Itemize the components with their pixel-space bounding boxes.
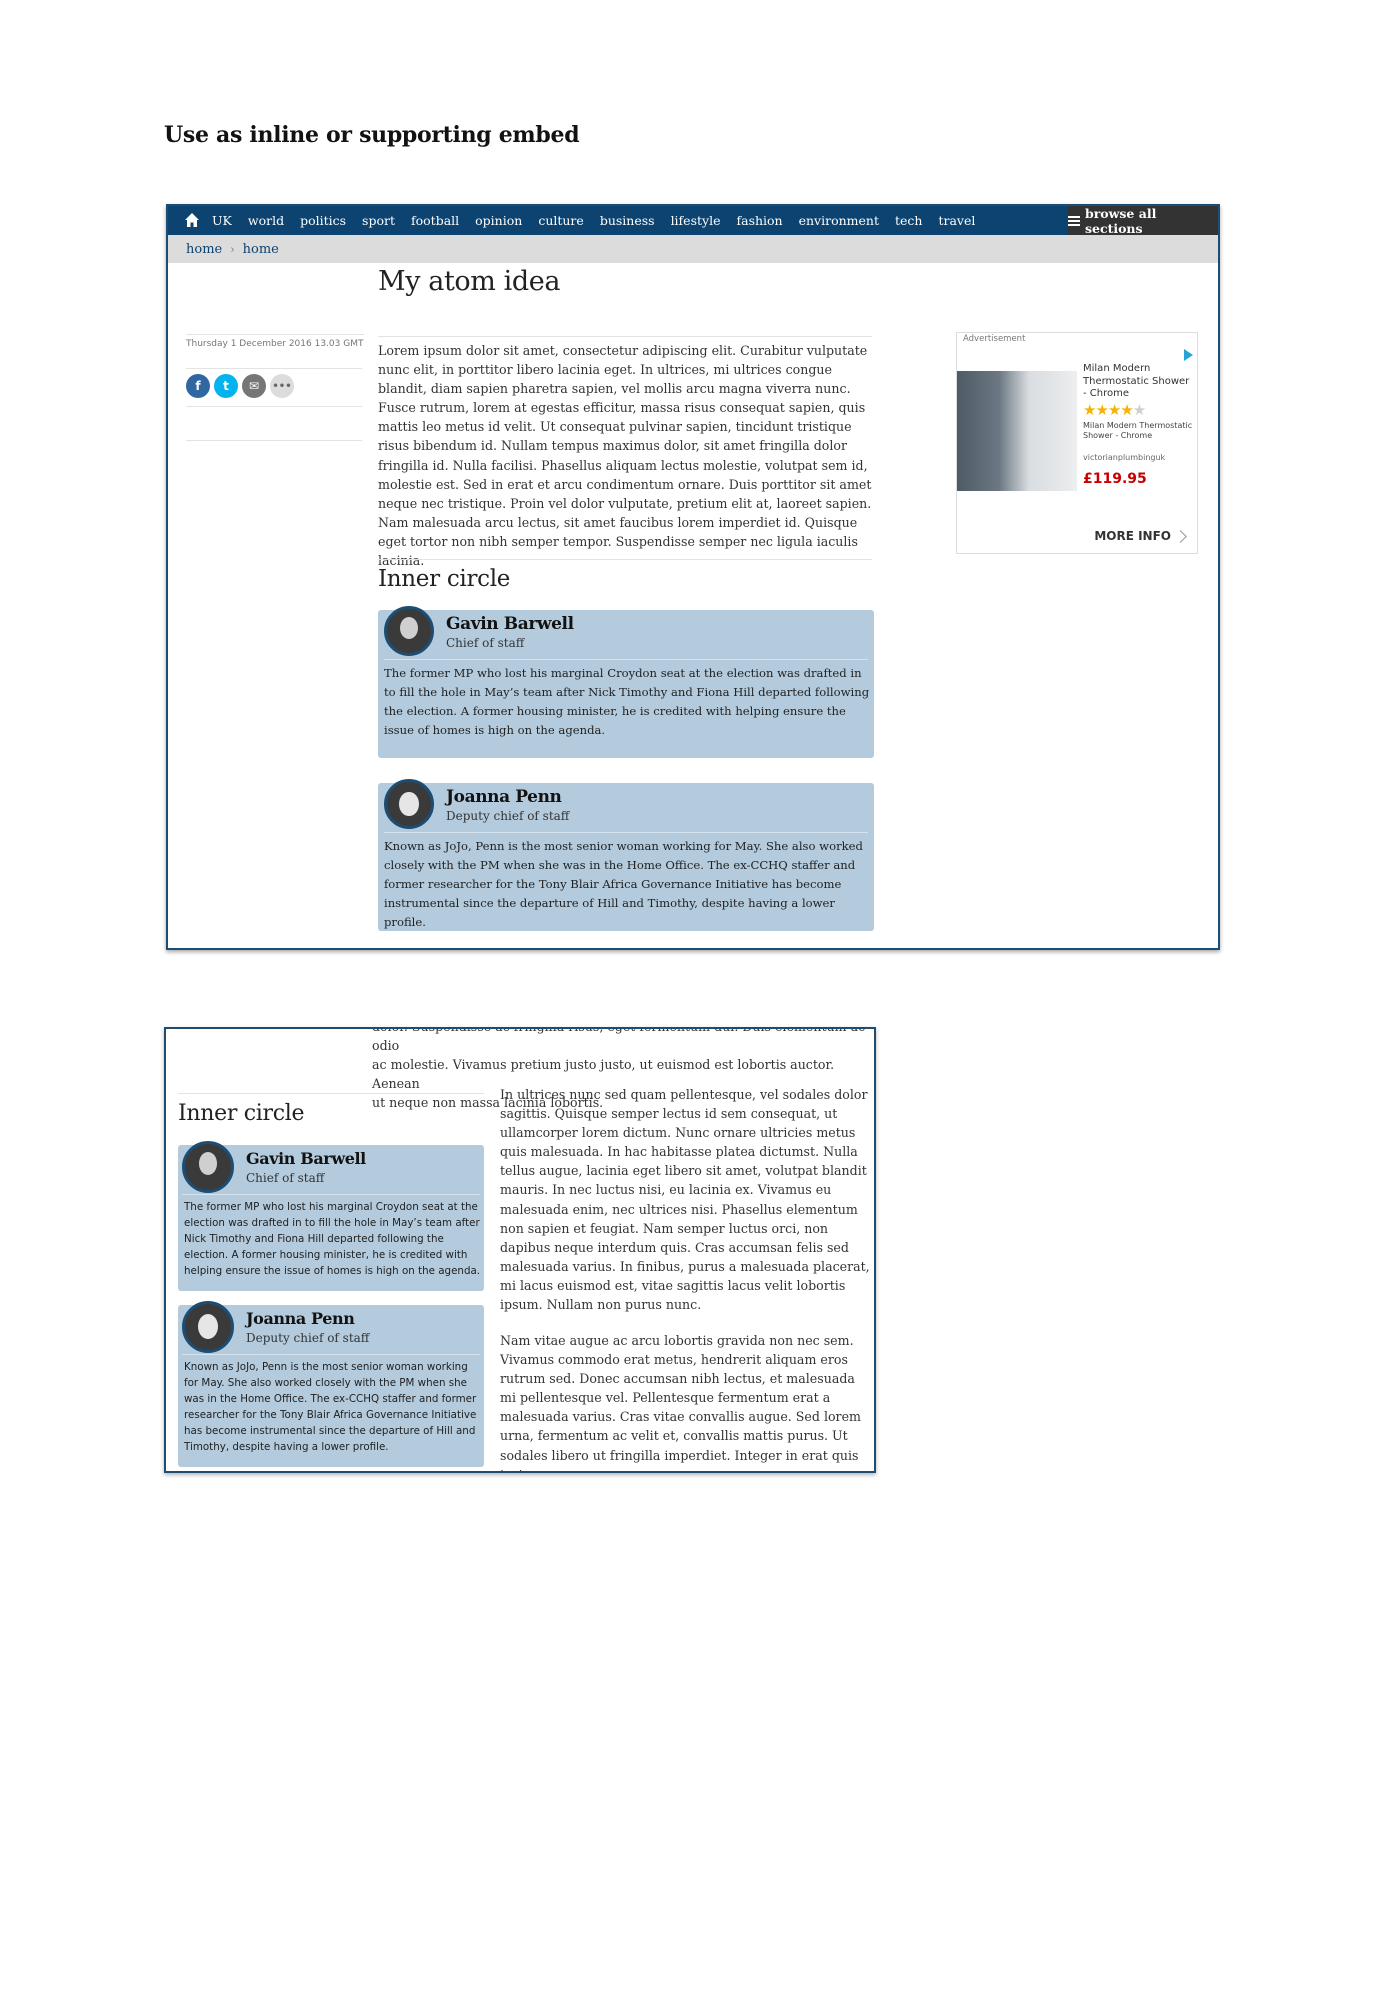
avatar: [384, 606, 434, 656]
nav-item-tech[interactable]: tech: [895, 213, 922, 228]
nav-item-opinion[interactable]: opinion: [475, 213, 522, 228]
nav-item-environment[interactable]: environment: [799, 213, 879, 228]
section-divider: [178, 1093, 484, 1094]
nav-item-business[interactable]: business: [600, 213, 655, 228]
more-info-button[interactable]: MORE INFO: [1094, 529, 1171, 543]
article-paragraph: Nam vitae augue ac arcu lobortis gravida…: [500, 1333, 861, 1471]
inner-circle-heading: Inner circle: [378, 566, 511, 592]
profile-description: Known as JoJo, Penn is the most senior w…: [384, 839, 863, 929]
star-icons-filled: ★★★★: [1083, 401, 1134, 419]
article-body: Lorem ipsum dolor sit amet, consectetur …: [378, 336, 872, 570]
menu-icon: [1068, 214, 1080, 228]
profile-card: Joanna Penn Deputy chief of staff Known …: [378, 779, 874, 931]
nav-item-fashion[interactable]: fashion: [736, 213, 782, 228]
home-icon[interactable]: [184, 212, 200, 228]
profile-description: The former MP who lost his marginal Croy…: [184, 1201, 481, 1277]
profile-name: Gavin Barwell: [246, 1149, 366, 1168]
breadcrumb: home › home: [168, 235, 1218, 263]
nav-item-lifestyle[interactable]: lifestyle: [671, 213, 721, 228]
ad-product-title[interactable]: Milan Modern Thermostatic Shower - Chrom…: [1083, 363, 1191, 401]
profile-role: Deputy chief of staff: [446, 809, 570, 823]
section-divider: [378, 559, 872, 560]
twitter-share-icon[interactable]: t: [214, 374, 238, 398]
article-title: My atom idea: [378, 266, 561, 297]
nav-item-travel[interactable]: travel: [938, 213, 975, 228]
star-icon-empty: ★: [1132, 401, 1146, 419]
profile-description: Known as JoJo, Penn is the most senior w…: [184, 1361, 477, 1453]
card-divider: [182, 1354, 480, 1355]
profile-description: The former MP who lost his marginal Croy…: [384, 666, 870, 737]
profile-name: Gavin Barwell: [446, 614, 574, 634]
nav-item-football[interactable]: football: [411, 213, 459, 228]
breadcrumb-link-1[interactable]: home: [186, 242, 222, 257]
article-date: Thursday 1 December 2016 13.03 GMT: [186, 334, 364, 349]
nav-item-politics[interactable]: politics: [300, 213, 346, 228]
ad-product-subtitle: Milan Modern Thermostatic Shower - Chrom…: [1083, 421, 1193, 440]
top-navigation: UK world politics sport football opinion…: [168, 205, 1218, 236]
card-divider: [182, 1194, 480, 1195]
meta-divider-3: [186, 440, 362, 441]
share-buttons: f t ✉ •••: [186, 374, 294, 398]
nav-item-culture[interactable]: culture: [538, 213, 584, 228]
nav-item-world[interactable]: world: [248, 213, 284, 228]
browse-all-sections-button[interactable]: browse all sections: [1068, 205, 1218, 236]
avatar: [182, 1141, 234, 1193]
profile-name: Joanna Penn: [446, 787, 562, 807]
meta-divider: [186, 368, 362, 369]
nav-item-sport[interactable]: sport: [362, 213, 395, 228]
facebook-share-icon[interactable]: f: [186, 374, 210, 398]
avatar: [182, 1301, 234, 1353]
embed-preview-full: UK world politics sport football opinion…: [166, 204, 1220, 950]
avatar: [384, 779, 434, 829]
card-divider: [384, 832, 868, 833]
ad-choices-icon[interactable]: [1184, 349, 1193, 361]
embed-preview-inline: dolor. Suspendisse ac fringilla risus, e…: [164, 1027, 876, 1473]
card-divider: [384, 659, 868, 660]
nav-item-uk[interactable]: UK: [212, 213, 232, 228]
chevron-right-icon: ›: [230, 242, 235, 256]
body-line: dolor. Suspendisse ac fringilla risus, e…: [372, 1029, 865, 1054]
article-paragraph: In ultrices nunc sed quam pellentesque, …: [500, 1087, 870, 1313]
nav-items: UK world politics sport football opinion…: [212, 206, 991, 235]
meta-divider-2: [186, 406, 362, 407]
profile-card: Gavin Barwell Chief of staff The former …: [378, 606, 874, 758]
profile-name: Joanna Penn: [246, 1309, 355, 1328]
breadcrumb-link-2[interactable]: home: [243, 242, 279, 257]
shower-product-image[interactable]: [957, 371, 1077, 491]
rating-stars: ★★★★★: [1083, 401, 1146, 419]
email-share-icon[interactable]: ✉: [242, 374, 266, 398]
browse-all-sections-label: browse all sections: [1084, 205, 1157, 236]
profile-card: Gavin Barwell Chief of staff The former …: [178, 1141, 484, 1291]
advertisement[interactable]: Advertisement Milan Modern Thermostatic …: [956, 332, 1198, 554]
profile-role: Chief of staff: [246, 1171, 325, 1185]
chevron-right-icon: [1174, 530, 1187, 543]
more-share-icon[interactable]: •••: [270, 374, 294, 398]
profile-role: Chief of staff: [446, 636, 525, 650]
profile-card: Joanna Penn Deputy chief of staff Known …: [178, 1301, 484, 1467]
profile-role: Deputy chief of staff: [246, 1331, 370, 1345]
ad-domain: victorianplumbinguk: [1083, 453, 1166, 462]
advertisement-label: Advertisement: [963, 334, 1026, 344]
inner-circle-heading: Inner circle: [178, 1101, 305, 1126]
page-heading: Use as inline or supporting embed: [164, 122, 580, 148]
ad-price: £119.95: [1083, 471, 1147, 487]
